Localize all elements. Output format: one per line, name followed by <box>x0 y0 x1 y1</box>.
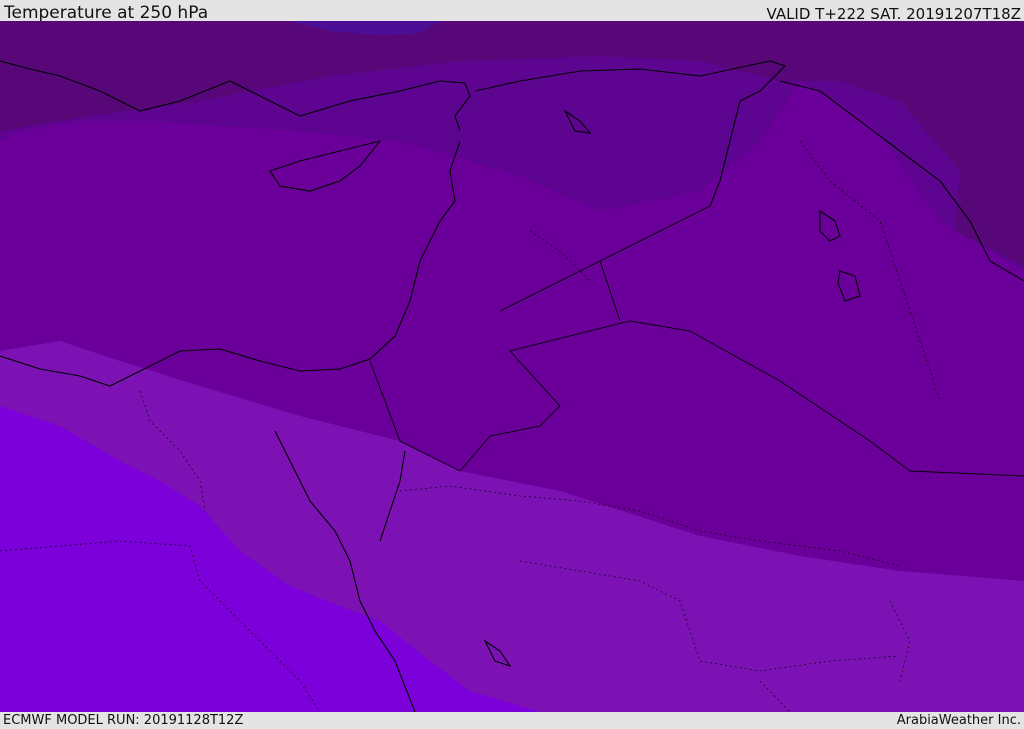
temperature-map <box>0 21 1024 712</box>
weather-map-frame: Temperature at 250 hPa VALID T+222 SAT. … <box>0 0 1024 729</box>
model-run-label: ECMWF MODEL RUN: 20191128T12Z <box>3 713 244 728</box>
map-title: Temperature at 250 hPa <box>4 3 209 23</box>
header-bar: Temperature at 250 hPa VALID T+222 SAT. … <box>0 0 1024 23</box>
map-panel[interactable] <box>0 21 1024 712</box>
footer-bar: ECMWF MODEL RUN: 20191128T12Z ArabiaWeat… <box>0 712 1024 729</box>
credit-label: ArabiaWeather Inc. <box>896 713 1021 728</box>
